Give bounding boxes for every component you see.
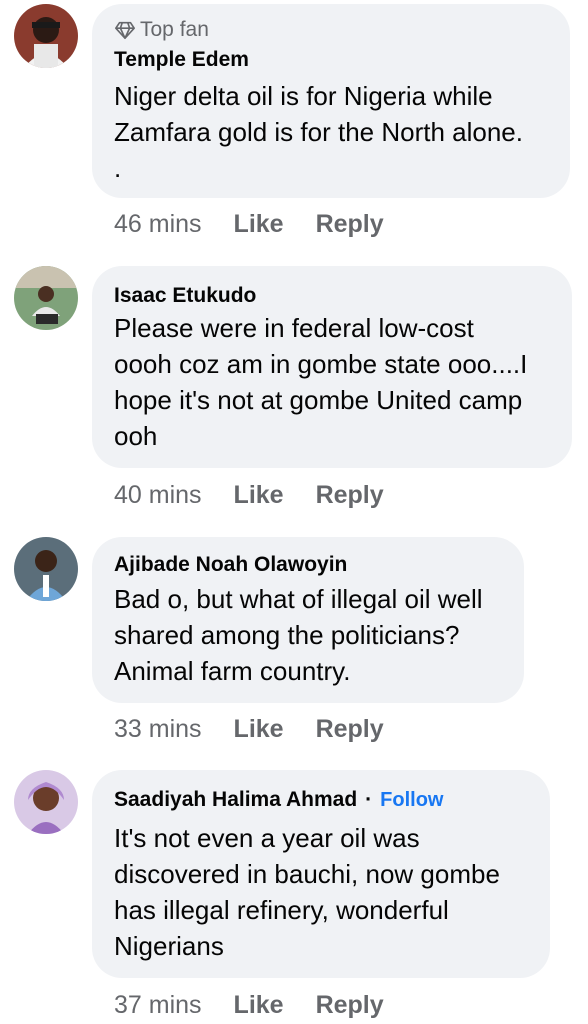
reply-button[interactable]: Reply xyxy=(316,715,384,744)
comment-time[interactable]: 46 mins xyxy=(114,210,202,239)
avatar[interactable] xyxy=(14,266,78,330)
comment-actions: 46 mins Like Reply xyxy=(114,210,416,239)
comment-actions: 37 mins Like Reply xyxy=(114,991,416,1020)
avatar[interactable] xyxy=(14,4,78,68)
follow-button[interactable]: Follow xyxy=(380,789,443,812)
commenter-name-row: Saadiyah Halima Ahmad · Follow xyxy=(114,788,443,812)
comment-text: Please were in federal low-cost oooh coz… xyxy=(114,313,528,451)
commenter-name[interactable]: Saadiyah Halima Ahmad xyxy=(114,788,357,812)
comment-actions: 40 mins Like Reply xyxy=(114,481,416,510)
comment-text: Niger delta oil is for Nigeria while Zam… xyxy=(114,81,523,183)
like-button[interactable]: Like xyxy=(234,715,284,744)
reply-button[interactable]: Reply xyxy=(316,991,384,1020)
separator-dot: · xyxy=(365,788,373,811)
like-button[interactable]: Like xyxy=(234,481,284,510)
commenter-name[interactable]: Ajibade Noah Olawoyin xyxy=(114,553,347,577)
avatar[interactable] xyxy=(14,770,78,834)
avatar[interactable] xyxy=(14,537,78,601)
commenter-name[interactable]: Temple Edem xyxy=(114,48,249,72)
badge-label: Top fan xyxy=(140,18,209,41)
reply-button[interactable]: Reply xyxy=(316,210,384,239)
comment-bubble: Saadiyah Halima Ahmad · Follow It's not … xyxy=(92,770,550,978)
commenter-name[interactable]: Isaac Etukudo xyxy=(114,284,256,308)
reply-button[interactable]: Reply xyxy=(316,481,384,510)
comment-time[interactable]: 37 mins xyxy=(114,991,202,1020)
comment-text: Bad o, but what of illegal oil well shar… xyxy=(114,584,483,686)
diamond-icon xyxy=(115,21,135,40)
comment-bubble: Isaac Etukudo Please were in federal low… xyxy=(92,266,572,468)
like-button[interactable]: Like xyxy=(234,991,284,1020)
like-button[interactable]: Like xyxy=(234,210,284,239)
comment-bubble: Ajibade Noah Olawoyin Bad o, but what of… xyxy=(92,537,524,703)
comment-actions: 33 mins Like Reply xyxy=(114,715,416,744)
comment-bubble: Top fan Temple Edem Niger delta oil is f… xyxy=(92,4,570,198)
comment-time[interactable]: 33 mins xyxy=(114,715,202,744)
comment-text: It's not even a year oil was discovered … xyxy=(114,823,500,961)
comment-time[interactable]: 40 mins xyxy=(114,481,202,510)
top-fan-badge: Top fan xyxy=(114,18,209,42)
